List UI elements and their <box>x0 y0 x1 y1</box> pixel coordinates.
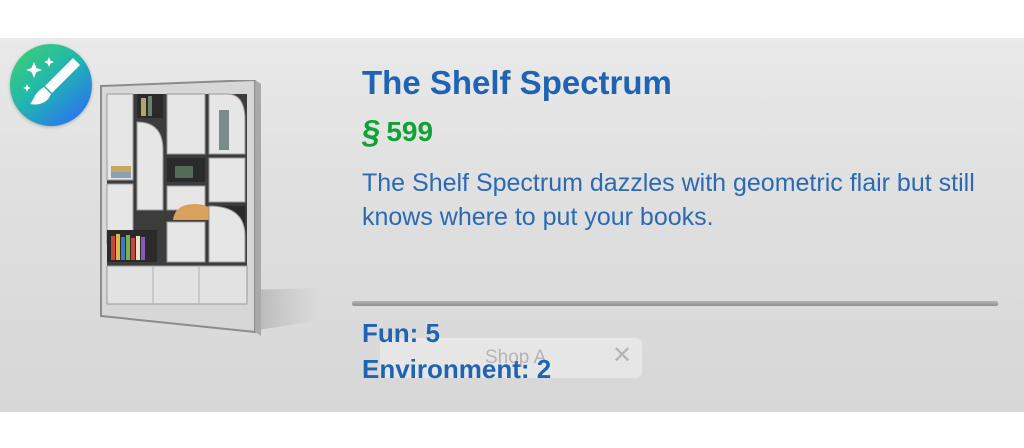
simoleon-icon: § <box>360 113 383 150</box>
paintbrush-sparkle-icon <box>10 44 92 126</box>
section-divider <box>352 301 998 306</box>
stat-fun: Fun: 5 <box>362 318 440 348</box>
item-description: The Shelf Spectrum dazzles with geometri… <box>362 169 975 231</box>
stat-environment: Environment: 2 <box>362 354 552 384</box>
price-value: 599 <box>386 116 434 147</box>
item-price: § 599 <box>360 113 434 151</box>
bookshelf-thumbnail <box>95 78 325 347</box>
item-title: The Shelf Spectrum <box>362 64 672 101</box>
close-icon: ✕ <box>612 342 633 369</box>
